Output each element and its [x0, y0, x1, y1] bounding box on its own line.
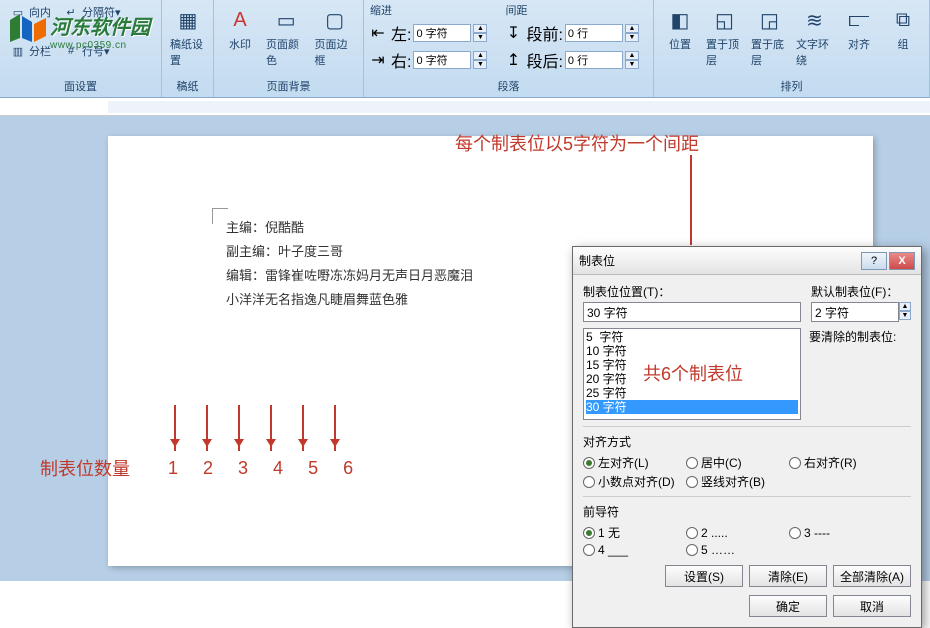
set-button[interactable]: 设置(S) [665, 565, 743, 587]
border-icon: ▢ [319, 4, 351, 36]
clear-button[interactable]: 清除(E) [749, 565, 827, 587]
front-icon: ◱ [709, 4, 741, 36]
doc-text[interactable]: 主编：倪酷酷 [226, 216, 833, 240]
tabstop-dialog: 制表位 ? X 制表位位置(T)： 默认制表位(F)： ▲▼ 5 字符 10 字… [572, 246, 922, 628]
send-back-button[interactable]: ◲置于底层 [749, 2, 790, 70]
indent-left-label: 左: [391, 21, 411, 45]
indent-left-icon: ⇤ [370, 25, 386, 41]
spin[interactable]: ▲▼ [899, 302, 911, 322]
bring-front-button[interactable]: ◱置于顶层 [704, 2, 745, 70]
clear-label: 要清除的制表位: [809, 328, 896, 345]
indent-right-label: 右: [391, 48, 411, 72]
position-icon: ◧ [664, 4, 696, 36]
spin[interactable]: ▲▼ [625, 24, 639, 42]
space-after-input[interactable] [565, 51, 623, 69]
help-button[interactable]: ? [861, 252, 887, 270]
align-icon: ⫍ [843, 4, 875, 36]
list-item[interactable]: 10 字符 [586, 344, 798, 358]
annotation-numbers: 123456 [168, 458, 353, 479]
group-label: 排列 [660, 76, 923, 97]
indent-title: 缩进 [370, 2, 487, 18]
default-tab-label: 默认制表位(F)： [811, 283, 911, 300]
leader-5-radio[interactable]: 5 …… [686, 543, 781, 557]
dialog-titlebar[interactable]: 制表位 ? X [573, 247, 921, 275]
annotation-top: 每个制表位以5字符为一个间距 [455, 130, 699, 156]
list-item[interactable]: 30 字符 [586, 400, 798, 414]
ribbon-group-background: A水印 ▭页面颜色 ▢页面边框 页面背景 [214, 0, 364, 97]
annotation-mid: 共6个制表位 [643, 360, 743, 386]
group-icon: ⧉ [887, 4, 919, 36]
margin-corner [212, 208, 228, 224]
wrap-icon: ≋ [799, 4, 831, 36]
watermark-icon: A [224, 4, 256, 36]
spin[interactable]: ▲▼ [473, 51, 487, 69]
space-before-input[interactable] [565, 24, 623, 42]
horizontal-ruler[interactable] [0, 98, 930, 116]
back-icon: ◲ [754, 4, 786, 36]
group-label: 稿纸 [168, 76, 207, 97]
pagecolor-button[interactable]: ▭页面颜色 [264, 2, 309, 70]
tabpos-label: 制表位位置(T)： [583, 283, 801, 300]
space-after-label: 段后: [526, 48, 562, 72]
watermark-url: www.pc0359.cn [50, 40, 150, 51]
annotation-line [690, 155, 692, 245]
alignment-title: 对齐方式 [583, 433, 911, 450]
cancel-button[interactable]: 取消 [833, 595, 911, 617]
align-right-radio[interactable]: 右对齐(R) [789, 454, 884, 471]
annotation-bottom: 制表位数量 [40, 455, 130, 481]
leader-2-radio[interactable]: 2 ..... [686, 524, 781, 541]
close-button[interactable]: X [889, 252, 915, 270]
space-before-label: 段前: [526, 21, 562, 45]
leader-1-radio[interactable]: 1 无 [583, 524, 678, 541]
group-label: 面设置 [6, 76, 155, 97]
watermark-logo-icon [6, 10, 54, 52]
clearall-button[interactable]: 全部清除(A) [833, 565, 911, 587]
pageborder-button[interactable]: ▢页面边框 [313, 2, 358, 70]
ribbon-group-arrange: ◧位置 ◱置于顶层 ◲置于底层 ≋文字环绕 ⫍对齐 ⧉组 排列 [654, 0, 930, 97]
group-label: 页面背景 [220, 76, 357, 97]
site-watermark: 河东软件园 www.pc0359.cn [6, 10, 150, 52]
dialog-title: 制表位 [579, 252, 861, 269]
align-button[interactable]: ⫍对齐 [839, 2, 879, 54]
textwrap-button[interactable]: ≋文字环绕 [794, 2, 835, 70]
space-after-icon: ↥ [505, 52, 521, 68]
space-before-icon: ↧ [505, 25, 521, 41]
ribbon-group-paragraph: 缩进 ⇤ 左: ▲▼ ⇥ 右: ▲▼ 间距 ↧ 段前: [364, 0, 654, 97]
indent-right-icon: ⇥ [370, 52, 386, 68]
group-button[interactable]: ⧉组 [883, 2, 923, 54]
spin[interactable]: ▲▼ [473, 24, 487, 42]
tabpos-input[interactable] [583, 302, 801, 322]
align-bar-radio[interactable]: 竖线对齐(B) [686, 473, 781, 490]
position-button[interactable]: ◧位置 [660, 2, 700, 54]
indent-right-input[interactable] [413, 51, 471, 69]
annotation-arrows [174, 405, 336, 451]
pagecolor-icon: ▭ [270, 4, 302, 36]
draft-settings-button[interactable]: ▦ 稿纸设置 [168, 2, 208, 70]
ok-button[interactable]: 确定 [749, 595, 827, 617]
list-item[interactable]: 5 字符 [586, 330, 798, 344]
group-label: 段落 [370, 76, 647, 97]
watermark-button[interactable]: A水印 [220, 2, 260, 54]
draft-icon: ▦ [172, 4, 204, 36]
leader-title: 前导符 [583, 503, 911, 520]
leader-3-radio[interactable]: 3 ---- [789, 524, 884, 541]
default-tab-input[interactable] [811, 302, 899, 322]
align-decimal-radio[interactable]: 小数点对齐(D) [583, 473, 678, 490]
align-left-radio[interactable]: 左对齐(L) [583, 454, 678, 471]
indent-left-input[interactable] [413, 24, 471, 42]
spacing-title: 间距 [505, 2, 638, 18]
spin[interactable]: ▲▼ [625, 51, 639, 69]
watermark-title: 河东软件园 [50, 11, 150, 40]
leader-4-radio[interactable]: 4 ___ [583, 543, 678, 557]
list-item[interactable]: 25 字符 [586, 386, 798, 400]
ribbon-group-draft: ▦ 稿纸设置 稿纸 [162, 0, 214, 97]
align-center-radio[interactable]: 居中(C) [686, 454, 781, 471]
